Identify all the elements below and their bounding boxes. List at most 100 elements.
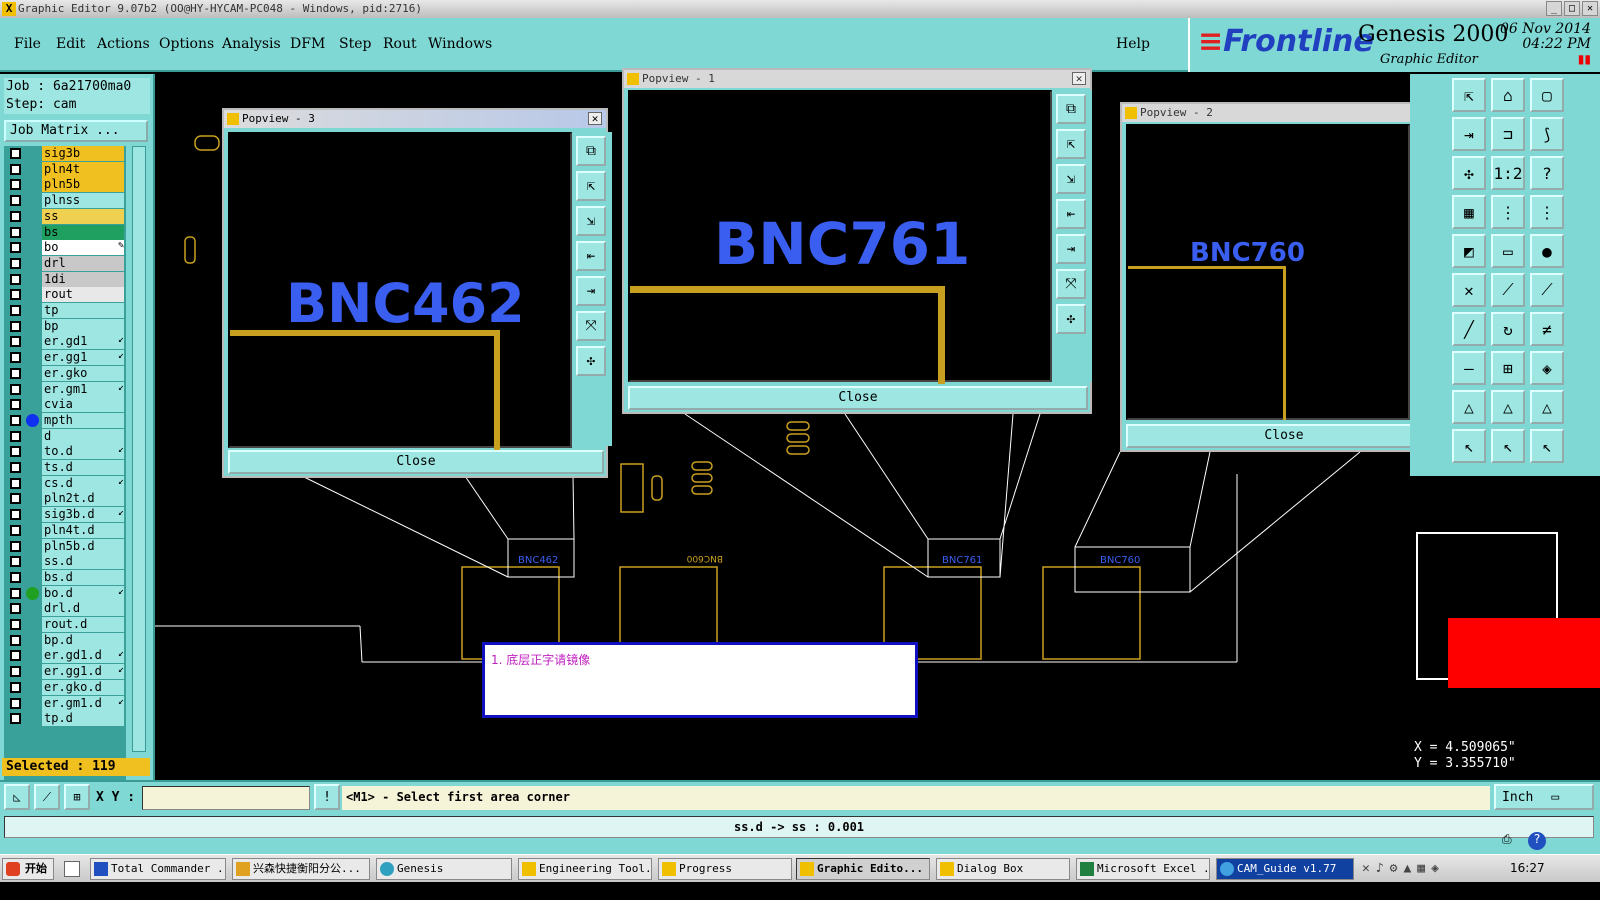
popview-tool-icon[interactable]: ⇲ bbox=[1056, 164, 1086, 194]
layer-checkbox[interactable] bbox=[10, 603, 21, 615]
toolbar-tool-icon[interactable]: ≠ bbox=[1530, 312, 1564, 346]
layer-row[interactable]: er.gg1.d ↙ bbox=[4, 664, 126, 680]
layer-checkbox[interactable] bbox=[10, 399, 21, 411]
layer-name[interactable]: to.d bbox=[42, 444, 124, 460]
menu-help[interactable]: Help bbox=[1116, 36, 1150, 52]
layer-row[interactable]: pln4t.d bbox=[4, 522, 126, 538]
menu-dfm[interactable]: DFM bbox=[290, 36, 325, 52]
show-desktop-icon[interactable] bbox=[64, 861, 80, 877]
popview-tool-icon[interactable]: ⇤ bbox=[576, 241, 606, 271]
layer-name[interactable]: bo.d bbox=[42, 585, 124, 601]
layer-checkbox[interactable] bbox=[10, 336, 21, 348]
layer-row[interactable]: pln5b bbox=[4, 177, 126, 193]
layer-name[interactable]: pln4t.d bbox=[42, 522, 124, 538]
task-engineering-tool[interactable]: Engineering Tool... bbox=[518, 858, 652, 880]
layer-name[interactable]: er.gg1 bbox=[42, 350, 124, 366]
layer-checkbox[interactable] bbox=[10, 493, 21, 505]
layer-checkbox[interactable] bbox=[10, 414, 21, 426]
layer-checkbox[interactable] bbox=[10, 352, 21, 364]
layer-checkbox[interactable] bbox=[10, 195, 21, 207]
layer-row[interactable]: er.gd1 ↙ bbox=[4, 334, 126, 350]
layer-checkbox[interactable] bbox=[10, 367, 21, 379]
toolbar-tool-icon[interactable]: ? bbox=[1530, 156, 1564, 190]
layer-row[interactable]: bs bbox=[4, 224, 126, 240]
start-button[interactable]: 开始 bbox=[2, 858, 54, 880]
alert-icon[interactable]: ! bbox=[314, 784, 340, 810]
popview-tool-icon[interactable]: ⧉ bbox=[576, 136, 606, 166]
task-total-commander[interactable]: Total Commander ... bbox=[90, 858, 226, 880]
help-icon[interactable]: ? bbox=[1528, 832, 1546, 850]
layer-checkbox[interactable] bbox=[10, 713, 21, 725]
layer-name[interactable]: er.gd1 bbox=[42, 334, 124, 350]
layer-name[interactable]: pln5b bbox=[42, 177, 124, 193]
layer-checkbox[interactable] bbox=[10, 477, 21, 489]
popview-3-close-icon[interactable]: ✕ bbox=[588, 112, 602, 125]
layer-row[interactable]: pln2t.d bbox=[4, 491, 126, 507]
layer-checkbox[interactable] bbox=[10, 571, 21, 583]
layer-name[interactable]: bs bbox=[42, 224, 124, 240]
layer-name[interactable]: d bbox=[42, 428, 124, 444]
toolbar-tool-icon[interactable]: ▦ bbox=[1452, 195, 1486, 229]
toolbar-tool-icon[interactable]: ▢ bbox=[1530, 78, 1564, 112]
toolbar-tool-icon[interactable]: ▭ bbox=[1491, 234, 1525, 268]
layer-checkbox[interactable] bbox=[10, 619, 21, 630]
layer-name[interactable]: cvia bbox=[42, 397, 124, 413]
layer-row[interactable]: mpth bbox=[4, 412, 126, 428]
layer-row[interactable]: pln5b.d bbox=[4, 538, 126, 554]
grid-icon[interactable]: ⊞ bbox=[64, 784, 90, 810]
toolbar-tool-icon[interactable]: ↖ bbox=[1452, 429, 1486, 463]
toolbar-tool-icon[interactable]: ⇥ bbox=[1452, 117, 1486, 151]
layer-row[interactable]: er.gm1.d ↙ bbox=[4, 695, 126, 711]
layer-row[interactable]: sig3b bbox=[4, 146, 126, 161]
layer-name[interactable]: cs.d bbox=[42, 475, 124, 491]
layer-row[interactable]: cs.d ↙ bbox=[4, 475, 126, 491]
toolbar-tool-icon[interactable]: ✣ bbox=[1452, 156, 1486, 190]
layer-row[interactable]: rout bbox=[4, 287, 126, 303]
layer-row[interactable]: er.gd1.d ↙ bbox=[4, 648, 126, 664]
layer-name[interactable]: bo bbox=[42, 240, 124, 256]
layer-row[interactable]: rout.d bbox=[4, 617, 126, 632]
popview-2-canvas[interactable]: BNC760 bbox=[1126, 124, 1410, 420]
layer-checkbox[interactable] bbox=[10, 179, 21, 191]
layer-row[interactable]: plnss bbox=[4, 193, 126, 209]
toolbar-tool-icon[interactable]: — bbox=[1452, 351, 1486, 385]
layer-checkbox[interactable] bbox=[10, 446, 21, 458]
layer-checkbox[interactable] bbox=[10, 556, 21, 568]
layer-checkbox[interactable] bbox=[10, 634, 21, 646]
menu-analysis[interactable]: Analysis bbox=[222, 36, 281, 52]
toolbar-tool-icon[interactable]: 1:2 bbox=[1491, 156, 1525, 190]
layer-row[interactable]: ts.d bbox=[4, 460, 126, 475]
menu-options[interactable]: Options bbox=[159, 36, 214, 52]
popview-tool-icon[interactable]: ⤧ bbox=[1056, 269, 1086, 299]
task-xingsen[interactable]: 兴森快捷衡阳分公... bbox=[232, 858, 370, 880]
layer-row[interactable]: pln4t bbox=[4, 161, 126, 177]
layer-row[interactable]: er.gko bbox=[4, 365, 126, 381]
layer-name[interactable]: er.gm1.d bbox=[42, 695, 124, 711]
maximize-button[interactable]: □ bbox=[1564, 1, 1580, 16]
layer-checkbox[interactable] bbox=[10, 148, 21, 159]
toolbar-tool-icon[interactable]: ⋮ bbox=[1530, 195, 1564, 229]
popview-tool-icon[interactable]: ⇥ bbox=[1056, 234, 1086, 264]
menu-file[interactable]: File bbox=[14, 36, 41, 52]
layer-name[interactable]: sig3b bbox=[42, 146, 124, 161]
layer-row[interactable]: ss bbox=[4, 208, 126, 224]
popview-2-close-button[interactable]: Close bbox=[1126, 424, 1442, 448]
toolbar-tool-icon[interactable]: ↻ bbox=[1491, 312, 1525, 346]
task-cam-guide[interactable]: CAM_Guide v1.77 bbox=[1216, 858, 1354, 880]
layer-row[interactable]: to.d ↙ bbox=[4, 444, 126, 460]
toolbar-tool-icon[interactable]: △ bbox=[1491, 390, 1525, 424]
toolbar-tool-icon[interactable]: ⌂ bbox=[1491, 78, 1525, 112]
task-dialog-box[interactable]: Dialog Box bbox=[936, 858, 1070, 880]
layer-checkbox[interactable] bbox=[10, 697, 21, 709]
toolbar-tool-icon[interactable]: ⟋ bbox=[1530, 273, 1564, 307]
layer-checkbox[interactable] bbox=[10, 305, 21, 316]
popview-1-titlebar[interactable]: Popview - 1 ✕ bbox=[624, 70, 1090, 88]
layer-name[interactable]: 1di bbox=[42, 271, 124, 287]
toolbar-tool-icon[interactable]: ✕ bbox=[1452, 273, 1486, 307]
popview-tool-icon[interactable]: ✣ bbox=[1056, 304, 1086, 334]
layer-checkbox[interactable] bbox=[10, 650, 21, 662]
popview-3-titlebar[interactable]: Popview - 3 ✕ bbox=[224, 110, 606, 128]
layer-checkbox[interactable] bbox=[10, 242, 21, 254]
layer-row[interactable]: tp bbox=[4, 303, 126, 318]
close-window-button[interactable]: ✕ bbox=[1582, 1, 1598, 16]
